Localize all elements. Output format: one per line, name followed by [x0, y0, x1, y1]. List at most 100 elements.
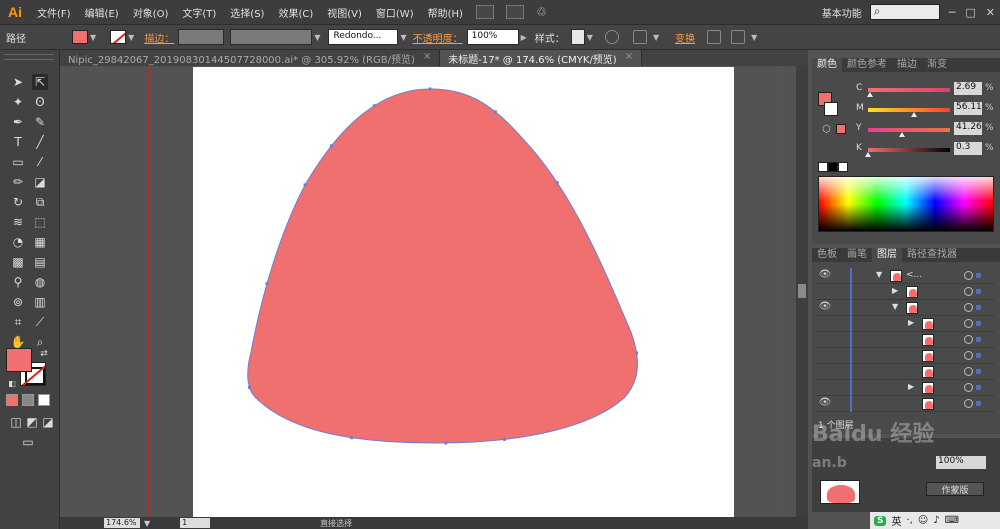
target-icon[interactable] — [964, 287, 973, 296]
zoom-field[interactable]: 174.6% — [104, 518, 140, 528]
anchor-point[interactable] — [635, 351, 639, 355]
scroll-thumb[interactable] — [798, 284, 806, 298]
chevron-right-icon[interactable]: ▶ — [892, 286, 898, 295]
eraser-tool-icon[interactable]: ◪ — [32, 174, 48, 190]
tab-layers-0[interactable]: 色板 — [812, 248, 842, 262]
menu-item-2[interactable]: 对象(O) — [126, 5, 176, 20]
menu-item-8[interactable]: 帮助(H) — [421, 5, 470, 20]
chevron-down-icon[interactable]: ▼ — [398, 33, 408, 42]
tab-color-0[interactable]: 颜色 — [812, 58, 842, 72]
layer-row[interactable] — [816, 364, 994, 380]
pen-tool-icon[interactable]: ✒ — [10, 114, 26, 130]
layer-row[interactable] — [816, 332, 994, 348]
color-slider-k[interactable]: K 0.3% — [856, 142, 996, 158]
bridge-icon[interactable] — [475, 5, 494, 19]
stroke-swatch[interactable] — [110, 30, 127, 44]
chevron-down-icon[interactable]: ▼ — [126, 33, 136, 42]
transform-each-icon[interactable] — [707, 30, 722, 44]
target-icon[interactable] — [964, 303, 973, 312]
opacity-field[interactable]: 100% — [466, 29, 519, 45]
lasso-tool-icon[interactable]: ʘ — [32, 94, 48, 110]
rectangle-tool-icon[interactable]: ▭ — [10, 154, 26, 170]
tab-document-2[interactable]: 未标题-17* @ 174.6% (CMYK/预览) × — [440, 50, 643, 66]
close-button[interactable]: ✕ — [981, 6, 1000, 19]
layer-row[interactable]: ▶ — [816, 284, 994, 300]
ime-language[interactable]: 英 — [891, 513, 901, 528]
target-icon[interactable] — [964, 383, 973, 392]
gradient-mode-icon[interactable] — [22, 394, 34, 406]
variable-width-field[interactable] — [230, 29, 313, 45]
anchor-point[interactable] — [493, 110, 497, 114]
fill-color-box[interactable] — [6, 348, 32, 372]
target-icon[interactable] — [964, 399, 973, 408]
slice-tool-icon[interactable]: ⟋ — [32, 314, 48, 330]
channel-value-field[interactable]: 56.11 — [954, 102, 982, 115]
layer-row[interactable]: 👁 ▼ — [816, 300, 994, 316]
channel-track[interactable] — [868, 88, 950, 92]
panel-grip[interactable] — [4, 54, 54, 60]
chevron-right-icon[interactable]: ▶ — [908, 318, 914, 327]
fill-swatch[interactable] — [72, 30, 88, 44]
channel-track[interactable] — [868, 128, 950, 132]
channel-track[interactable] — [868, 148, 950, 152]
type-tool-icon[interactable]: T — [10, 134, 26, 150]
minimize-button[interactable]: ─ — [944, 6, 961, 19]
none-mode-icon[interactable] — [38, 394, 50, 406]
color-slider-y[interactable]: Y 41.26% — [856, 122, 996, 138]
chevron-right-icon[interactable]: ▶ — [908, 382, 914, 391]
layer-row[interactable] — [816, 348, 994, 364]
menu-item-0[interactable]: 文件(F) — [30, 5, 78, 20]
anchor-point[interactable] — [503, 437, 507, 441]
opacity-link[interactable]: 不透明度： — [409, 30, 467, 45]
artboard-tool-icon[interactable]: ⌗ — [10, 314, 26, 330]
visibility-eye-icon[interactable]: 👁 — [818, 397, 832, 408]
style-swatch[interactable] — [570, 29, 585, 45]
layer-row[interactable]: 👁 ▼ <... — [816, 268, 994, 284]
align-icon[interactable] — [632, 30, 647, 44]
search-input[interactable] — [869, 4, 940, 20]
channel-handle[interactable] — [898, 132, 905, 137]
transparency-opacity-field[interactable]: 100% — [936, 456, 986, 469]
rotate-tool-icon[interactable]: ↻ — [10, 194, 26, 210]
swap-colors-icon[interactable]: ⇄ — [36, 346, 52, 362]
anchor-point[interactable] — [555, 181, 559, 185]
draw-inside-icon[interactable]: ◪ — [40, 414, 56, 430]
chevron-down-icon[interactable]: ▼ — [88, 33, 98, 42]
color-slider-c[interactable]: C 2.69% — [856, 82, 996, 98]
anchor-point[interactable] — [350, 436, 354, 440]
mesh-tool-icon[interactable]: ▩ — [10, 254, 26, 270]
canvas[interactable] — [60, 66, 808, 517]
tab-document-1[interactable]: Nipic_29842067_20190830144507728000.ai* … — [60, 50, 441, 66]
voice-icon[interactable]: ♪ — [933, 515, 939, 526]
color-slider-m[interactable]: M 56.11% — [856, 102, 996, 118]
target-icon[interactable] — [964, 319, 973, 328]
menu-item-4[interactable]: 选择(S) — [223, 5, 271, 20]
draw-normal-icon[interactable]: ◫ — [8, 414, 24, 430]
layer-row[interactable]: 👁 — [816, 396, 994, 412]
free-transform-tool-icon[interactable]: ⬚ — [32, 214, 48, 230]
recolor-icon[interactable] — [604, 30, 619, 44]
close-icon[interactable]: × — [423, 51, 431, 65]
chevron-down-icon[interactable]: ▼ — [749, 33, 759, 42]
blend-tool-icon[interactable]: ◍ — [32, 274, 48, 290]
shape-builder-tool-icon[interactable]: ◔ — [10, 234, 26, 250]
menu-item-6[interactable]: 视图(V) — [320, 5, 369, 20]
draw-behind-icon[interactable]: ◩ — [24, 414, 40, 430]
make-mask-button[interactable]: 作蒙版 — [926, 482, 984, 496]
color-mode-icon[interactable] — [6, 394, 18, 406]
warp-tool-icon[interactable]: ≋ — [10, 214, 26, 230]
visibility-eye-icon[interactable]: 👁 — [818, 269, 832, 280]
target-icon[interactable] — [964, 335, 973, 344]
arrange-documents-icon[interactable] — [505, 5, 524, 19]
anchor-point[interactable] — [247, 385, 251, 389]
menu-item-1[interactable]: 编辑(E) — [78, 5, 126, 20]
scale-tool-icon[interactable]: ⧉ — [32, 194, 48, 210]
menu-item-5[interactable]: 效果(C) — [271, 5, 320, 20]
tab-color-3[interactable]: 渐变 — [922, 58, 952, 72]
layer-row[interactable]: ▶ — [816, 380, 994, 396]
column-graph-tool-icon[interactable]: ▥ — [32, 294, 48, 310]
chevron-down-icon[interactable]: ▼ — [312, 33, 322, 42]
layer-row[interactable]: ▶ — [816, 316, 994, 332]
layer-name[interactable]: <... — [906, 270, 922, 280]
ime-icon[interactable]: S — [874, 515, 887, 526]
